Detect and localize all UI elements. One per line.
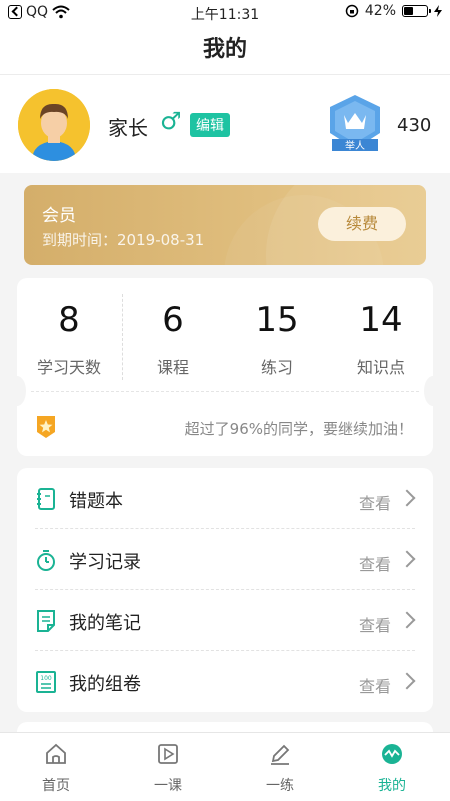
chevron-right-icon (398, 489, 416, 507)
menu-item-my-test-paper[interactable]: 100 我的组卷 查看 (17, 651, 433, 712)
pencil-icon (271, 744, 290, 765)
home-icon (46, 743, 66, 764)
chevron-right-icon (398, 550, 416, 568)
view-link[interactable]: 查看 (359, 551, 391, 575)
vip-expire: 到期时间：2019-08-31 (42, 229, 204, 250)
battery-icon (402, 5, 431, 17)
stat-value: 6 (162, 300, 184, 340)
test-paper-icon: 100 (36, 671, 56, 693)
profile-section: 家长 ♂ 编辑 举人 430 (0, 75, 450, 173)
vip-expire-date: 2019-08-31 (117, 231, 205, 249)
vip-title: 会员 (42, 206, 76, 226)
stat-value: 14 (359, 300, 403, 340)
wave-icon (382, 744, 402, 764)
rank-label: 举人 (345, 139, 365, 152)
tab-label: 首页 (42, 778, 70, 794)
avatar[interactable] (18, 89, 90, 161)
edit-profile-button[interactable]: 编辑 (190, 113, 230, 137)
view-link[interactable]: 查看 (359, 673, 391, 697)
nav-bar: 我的 (0, 26, 450, 75)
stat-courses[interactable]: 6 课程 (121, 300, 225, 378)
stat-label: 课程 (156, 358, 189, 377)
stats-card: 8 学习天数 6 课程 15 练习 14 知识点 超过了96%的同学，要继续加油… (8, 278, 442, 456)
tab-label: 我的 (378, 778, 406, 794)
rotation-lock-icon (345, 4, 359, 18)
notes-icon (37, 610, 55, 632)
menu-item-label: 错题本 (69, 491, 123, 512)
battery-percent: 42% (364, 3, 396, 19)
stopwatch-icon (37, 550, 55, 571)
stat-study-days[interactable]: 8 学习天数 (17, 300, 121, 378)
tab-practice[interactable]: 一练 (224, 733, 336, 801)
menu-item-my-notes[interactable]: 我的笔记 查看 (17, 590, 433, 651)
rank-badge-icon[interactable]: 举人 (324, 93, 386, 157)
tab-bar: 首页 一课 一练 我的 (0, 732, 450, 801)
encourage-text: 超过了96%的同学，要继续加油！ (184, 420, 413, 438)
tab-label: 一课 (154, 778, 182, 794)
menu-item-label: 我的笔记 (69, 613, 141, 634)
stats-separator (31, 391, 419, 392)
vip-card: 会员 到期时间：2019-08-31 续费 (24, 185, 426, 265)
view-link[interactable]: 查看 (359, 612, 391, 636)
stat-knowledge-points[interactable]: 14 知识点 (329, 300, 433, 378)
menu-item-label: 我的组卷 (69, 674, 141, 695)
wrong-book-icon (37, 488, 55, 510)
star-medal-icon (37, 416, 55, 438)
avatar-person-icon (18, 89, 90, 161)
chevron-right-icon (398, 672, 416, 690)
vip-expire-label: 到期时间： (42, 231, 118, 249)
tab-label: 一练 (266, 778, 294, 794)
menu-item-study-record[interactable]: 学习记录 查看 (17, 529, 433, 590)
score-value: 430 (397, 115, 432, 136)
male-icon: ♂ (160, 107, 182, 135)
status-right: 42% (345, 3, 442, 19)
user-name: 家长 (108, 116, 148, 140)
stat-label: 练习 (260, 358, 293, 377)
menu-list: 错题本 查看 学习记录 查看 我的笔记 查看 100 我的组卷 查看 (17, 468, 433, 712)
menu-item-label: 学习记录 (69, 552, 141, 573)
stat-value: 15 (255, 300, 299, 340)
stat-exercises[interactable]: 15 练习 (225, 300, 329, 378)
renew-button[interactable]: 续费 (318, 207, 406, 241)
tab-lesson[interactable]: 一课 (112, 733, 224, 801)
tab-mine[interactable]: 我的 (336, 733, 448, 801)
tab-home[interactable]: 首页 (0, 733, 112, 801)
menu-item-wrong-book[interactable]: 错题本 查看 (17, 468, 433, 529)
svg-text:100: 100 (40, 675, 52, 682)
stat-value: 8 (58, 300, 80, 340)
charging-icon (434, 5, 442, 17)
stat-label: 学习天数 (36, 358, 101, 377)
chevron-right-icon (398, 611, 416, 629)
page-title: 我的 (202, 37, 247, 62)
play-icon (158, 744, 178, 764)
stat-label: 知识点 (356, 358, 405, 377)
view-link[interactable]: 查看 (359, 490, 391, 514)
status-bar: QQ 上午11:31 42% (0, 0, 450, 26)
